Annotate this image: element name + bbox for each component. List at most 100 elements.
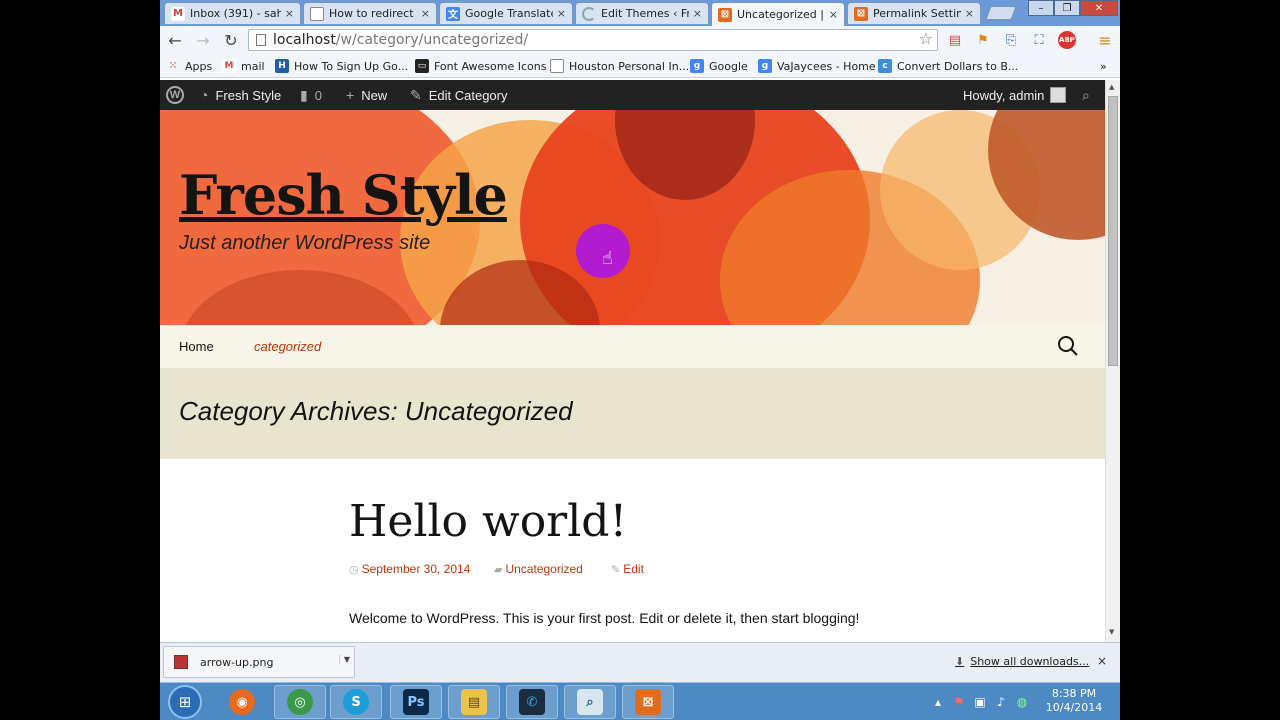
page-scrollbar[interactable]: ▲ ▼ — [1105, 80, 1120, 642]
comments-count: 0 — [314, 87, 322, 103]
taskbar-chrome[interactable]: ◎ — [274, 685, 326, 719]
gmail-icon: M — [171, 6, 185, 21]
taskbar-photoshop[interactable]: Ps — [390, 685, 442, 719]
new-content-link[interactable]: + New — [346, 80, 387, 110]
bookmark-label: mail — [241, 59, 265, 73]
post-content: Welcome to WordPress. This is your first… — [349, 610, 860, 626]
adblock-icon[interactable]: ABP — [1058, 31, 1076, 49]
extension-screenshot-icon[interactable]: ⛶ — [1030, 31, 1048, 49]
taskbar-explorer[interactable]: ▤ — [448, 685, 500, 719]
start-button[interactable]: ⊞ — [168, 685, 202, 719]
avatar — [1050, 87, 1067, 103]
bookmarks-overflow-icon[interactable]: » — [1100, 58, 1107, 74]
bookmark-houston[interactable]: Houston Personal In... — [550, 58, 689, 74]
new-tab-button[interactable] — [985, 6, 1017, 20]
close-shelf-icon[interactable]: × — [1097, 654, 1107, 668]
download-item[interactable]: arrow-up.png ▼ — [163, 646, 355, 678]
volume-icon[interactable]: ♪ — [993, 695, 1009, 709]
minimize-button[interactable]: – — [1028, 0, 1054, 16]
bookmark-convert[interactable]: c Convert Dollars to B... — [878, 58, 1018, 74]
close-window-button[interactable]: ✕ — [1080, 0, 1118, 16]
clock[interactable]: 8:38 PM 10/4/2014 — [1038, 687, 1110, 715]
forward-icon[interactable]: → — [192, 30, 214, 50]
network-icon[interactable]: ▣ — [972, 695, 988, 709]
edit-category-label: Edit Category — [428, 87, 508, 103]
post-title[interactable]: Hello world! — [349, 496, 627, 547]
bookmark-fontawesome[interactable]: ▭ Font Awesome Icons — [415, 58, 546, 74]
bookmark-label: Google — [709, 59, 748, 73]
tab-edit-themes[interactable]: Edit Themes ‹ Fre × — [575, 2, 709, 24]
back-icon[interactable]: ← — [164, 30, 186, 50]
tab-permalink[interactable]: ⊠ Permalink Setting × — [847, 2, 981, 24]
tab-label: Edit Themes ‹ Fre — [601, 7, 689, 20]
tab-gmail[interactable]: M Inbox (391) - sah × — [164, 2, 301, 24]
reload-icon[interactable]: ↻ — [220, 30, 242, 50]
archive-title: Category Archives: Uncategorized — [179, 396, 573, 426]
bookmark-label: Font Awesome Icons — [434, 59, 547, 73]
comments-link[interactable]: ▮ 0 — [300, 80, 322, 110]
close-tab-icon[interactable]: × — [829, 8, 838, 21]
menu-icon[interactable]: ≡ — [1096, 31, 1114, 50]
bookmark-star-icon[interactable]: ☆ — [919, 29, 933, 49]
post-date-link[interactable]: ◷ September 30, 2014 — [349, 562, 470, 576]
post-category-link[interactable]: ▰ Uncategorized — [494, 562, 583, 576]
bookmark-label: Convert Dollars to B... — [897, 59, 1019, 73]
xampp-icon: ⊠ — [635, 689, 661, 715]
post-edit-link[interactable]: ✎ Edit — [611, 562, 644, 576]
my-account-link[interactable]: Howdy, admin — [963, 80, 1067, 110]
bookmark-apps[interactable]: ⁙ Apps — [166, 58, 212, 74]
taskbar-dialer[interactable]: ✆ — [506, 685, 558, 719]
tab-translate[interactable]: 文 Google Translate × — [439, 2, 573, 24]
bookmark-howto[interactable]: H How To Sign Up Go... — [275, 58, 408, 74]
wp-admin-bar: W ◔ Fresh Style ▮ 0 + New ✎ Edit Categor… — [160, 80, 1105, 110]
scroll-up-icon[interactable]: ▲ — [1109, 83, 1114, 91]
address-bar[interactable]: localhost/w/category/uncategorized/ ☆ — [248, 29, 938, 51]
post-edit: Edit — [623, 562, 644, 576]
taskbar-search[interactable]: ⌕ — [564, 685, 616, 719]
taskbar-firefox[interactable]: ◉ — [216, 685, 268, 719]
tab-uncategorized[interactable]: ⊠ Uncategorized | F × — [711, 2, 845, 26]
site-name-link[interactable]: ◔ Fresh Style — [200, 80, 281, 110]
scroll-thumb[interactable] — [1108, 96, 1118, 366]
bookmark-vajaycees[interactable]: g VaJaycees - Home — [758, 58, 876, 74]
extension-page-icon[interactable]: ▤ — [946, 31, 964, 49]
bookmark-mail[interactable]: M mail — [222, 58, 265, 74]
nav-home[interactable]: Home — [179, 339, 214, 354]
nav-categorized[interactable]: categorized — [254, 339, 321, 354]
maximize-button[interactable]: ❐ — [1054, 0, 1080, 16]
c-site-icon: c — [878, 59, 892, 73]
page-info-icon — [256, 34, 266, 46]
admin-search-icon[interactable]: ⌕ — [1082, 80, 1090, 110]
close-tab-icon[interactable]: × — [693, 7, 702, 20]
tab-redirect[interactable]: How to redirect a × — [303, 2, 437, 24]
close-tab-icon[interactable]: × — [965, 7, 974, 20]
tray-expand-icon[interactable]: ▴ — [930, 695, 946, 709]
action-center-icon[interactable]: ⚑ — [951, 695, 967, 709]
magnifier-icon: ⌕ — [577, 689, 603, 715]
skype-icon: S — [343, 689, 369, 715]
page-icon — [550, 59, 564, 73]
globe-icon[interactable]: ◍ — [1014, 695, 1030, 709]
taskbar-skype[interactable]: S — [330, 685, 382, 719]
show-all-downloads-link[interactable]: ⬇ Show all downloads... — [955, 655, 1089, 668]
extension-pin-icon[interactable]: ⚑ — [974, 31, 992, 49]
font-awesome-icon: ▭ — [415, 59, 429, 73]
extension-network-icon[interactable]: ⎘ — [1002, 31, 1020, 49]
close-tab-icon[interactable]: × — [421, 7, 430, 20]
search-icon[interactable] — [1057, 335, 1079, 357]
bookmark-google[interactable]: g Google — [690, 58, 748, 74]
close-tab-icon[interactable]: × — [557, 7, 566, 20]
browser-toolbar: ← → ↻ localhost/w/category/uncategorized… — [160, 26, 1120, 54]
close-tab-icon[interactable]: × — [285, 7, 294, 20]
page-icon — [310, 6, 324, 21]
wp-logo-button[interactable]: W — [166, 80, 184, 110]
folder-icon: ▰ — [494, 563, 503, 576]
h-site-icon: H — [275, 59, 289, 73]
site-title[interactable]: Fresh Style — [179, 162, 508, 228]
edit-category-link[interactable]: ✎ Edit Category — [410, 80, 508, 110]
url-host: localhost — [273, 32, 336, 48]
clock-time: 8:38 PM — [1051, 687, 1097, 700]
chevron-down-icon[interactable]: ▼ — [338, 655, 350, 664]
taskbar-xampp[interactable]: ⊠ — [622, 685, 674, 719]
scroll-down-icon[interactable]: ▼ — [1109, 628, 1114, 636]
